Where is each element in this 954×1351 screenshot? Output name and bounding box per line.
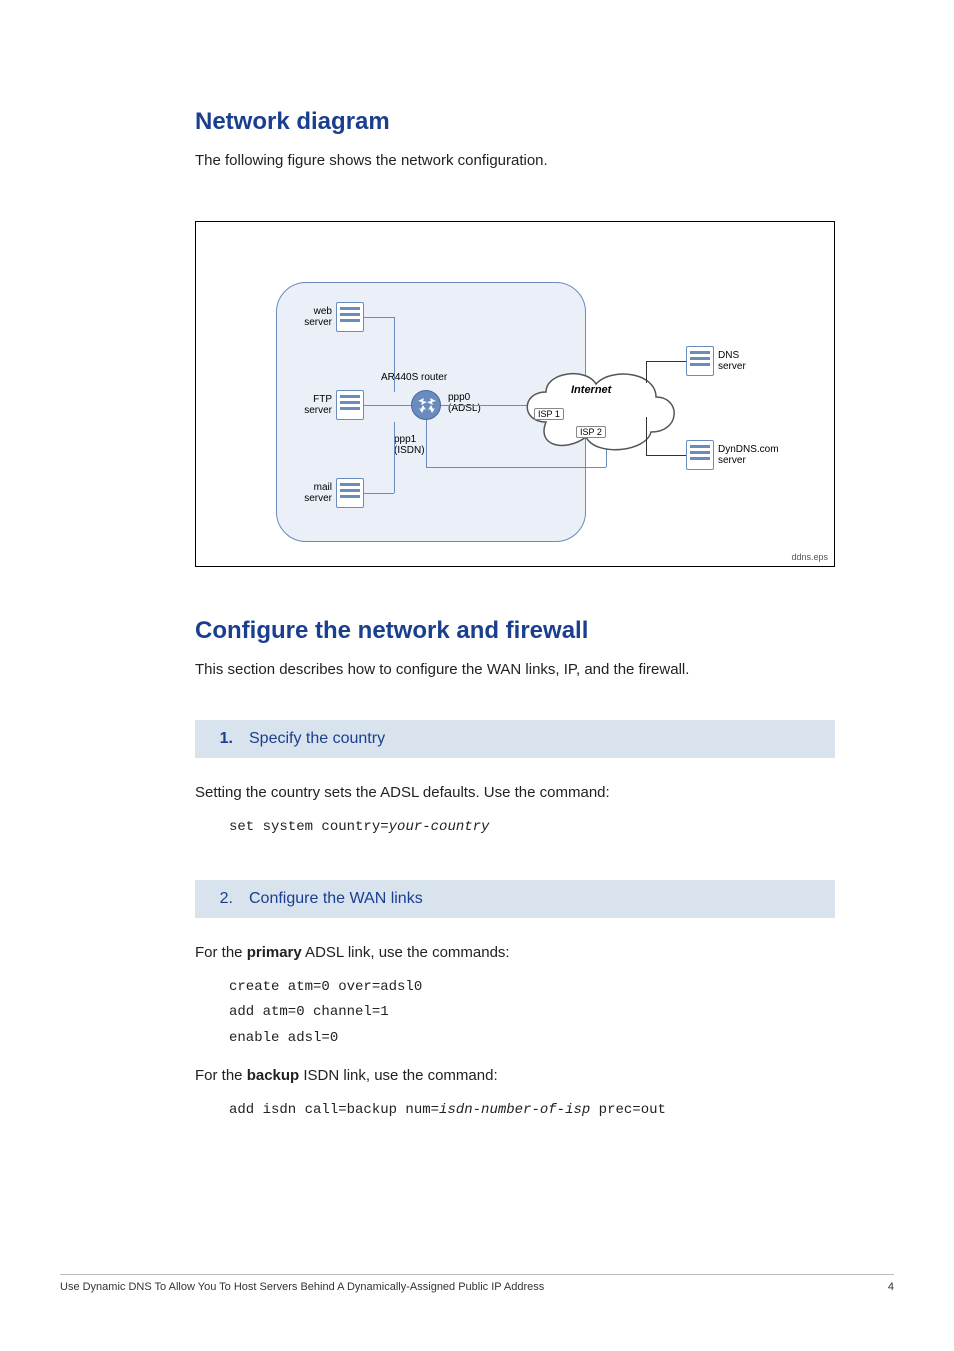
page-footer: Use Dynamic DNS To Allow You To Host Ser… — [60, 1274, 894, 1293]
router-icon — [411, 390, 441, 420]
step-2-number: 2. — [211, 890, 233, 908]
web-server-node: web server — [294, 302, 364, 332]
mail-server-label-2: server — [294, 493, 332, 504]
isp1-tag: ISP 1 — [534, 408, 564, 420]
step-2-title: Configure the WAN links — [249, 890, 423, 908]
web-server-label-1: web — [294, 306, 332, 317]
mail-server-node: mail server — [294, 478, 364, 508]
section1-intro: The following figure shows the network c… — [195, 150, 835, 171]
section-heading-configure: Configure the network and firewall — [195, 617, 835, 645]
step-1-heading: 1. Specify the country — [195, 720, 835, 758]
server-icon — [336, 390, 364, 420]
step-2-primary-code: create atm=0 over=adsl0 add atm=0 channe… — [229, 975, 835, 1051]
dyndns-server-node: DynDNS.com server — [686, 440, 779, 470]
section2-intro: This section describes how to configure … — [195, 659, 835, 680]
server-icon — [686, 440, 714, 470]
iface-ppp0: ppp0 (ADSL) — [448, 392, 481, 414]
dns-server-label-2: server — [718, 361, 746, 372]
server-icon — [336, 302, 364, 332]
dns-server-label-1: DNS — [718, 350, 746, 361]
cloud-label: Internet — [571, 384, 611, 396]
step-2-primary-text: For the primary ADSL link, use the comma… — [195, 942, 835, 963]
diagram-filename: ddns.eps — [791, 552, 828, 562]
mail-server-label-1: mail — [294, 482, 332, 493]
web-server-label-2: server — [294, 317, 332, 328]
router-label: AR440S router — [381, 372, 447, 383]
step-1-number: 1. — [211, 730, 233, 748]
section-heading-network-diagram: Network diagram — [195, 108, 835, 136]
footer-title: Use Dynamic DNS To Allow You To Host Ser… — [60, 1281, 544, 1293]
step-1-title: Specify the country — [249, 730, 385, 748]
ftp-server-label-1: FTP — [294, 394, 332, 405]
ftp-server-label-2: server — [294, 405, 332, 416]
step-1-text: Setting the country sets the ADSL defaul… — [195, 782, 835, 803]
step-2-heading: 2. Configure the WAN links — [195, 880, 835, 918]
isp2-tag: ISP 2 — [576, 426, 606, 438]
ftp-server-node: FTP server — [294, 390, 364, 420]
dyndns-server-label-1: DynDNS.com — [718, 444, 779, 455]
network-diagram-figure: web server FTP server mail server — [195, 221, 835, 567]
router-node — [411, 390, 441, 420]
dyndns-server-label-2: server — [718, 455, 779, 466]
main-content: Network diagram The following figure sho… — [195, 108, 835, 1129]
server-icon — [686, 346, 714, 376]
step-2-backup-text: For the backup ISDN link, use the comman… — [195, 1065, 835, 1086]
dns-server-node: DNS server — [686, 346, 746, 376]
internet-cloud: Internet ISP 1 ISP 2 — [516, 362, 686, 462]
step-2-backup-code: add isdn call=backup num=isdn-number-of-… — [229, 1098, 835, 1123]
step-1-code: set system country=your-country — [229, 815, 835, 840]
iface-ppp1: ppp1 (ISDN) — [394, 434, 425, 456]
footer-page-number: 4 — [888, 1281, 894, 1293]
server-icon — [336, 478, 364, 508]
